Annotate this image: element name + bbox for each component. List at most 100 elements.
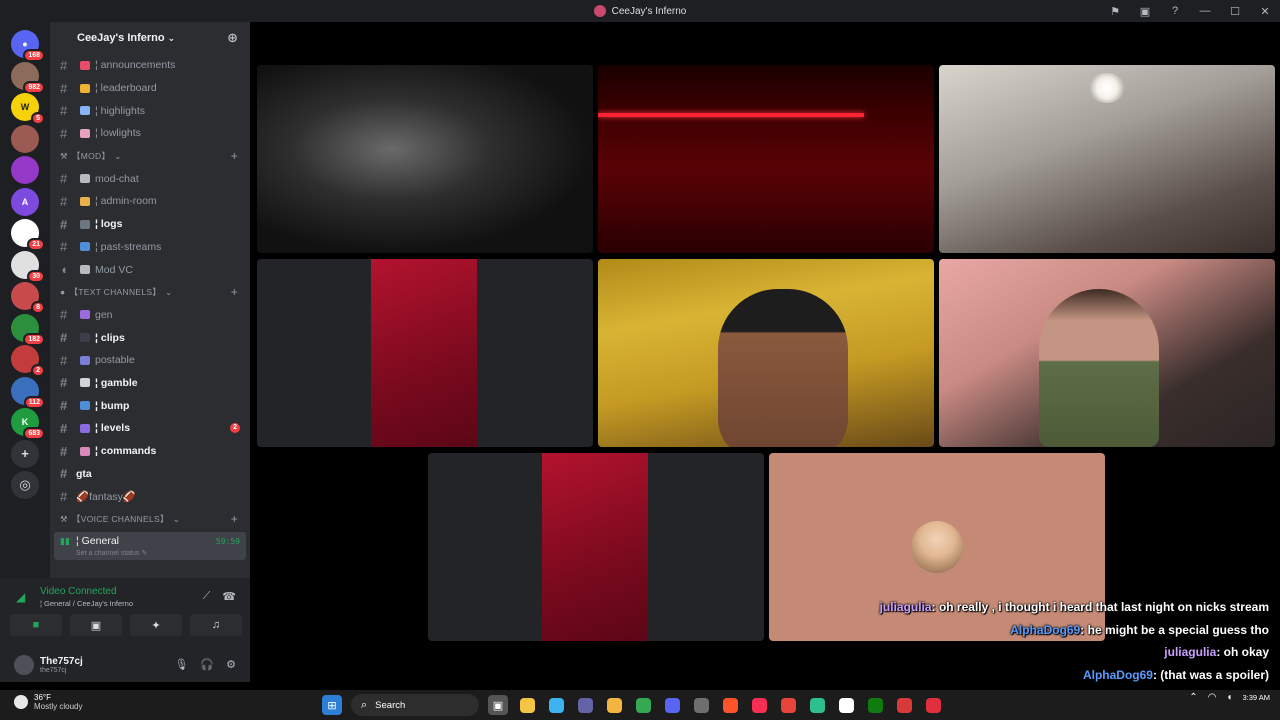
channel-gta[interactable]: # gta bbox=[50, 462, 250, 485]
category-mod[interactable]: ⚒ 【MOD】 ⌄ + bbox=[50, 145, 250, 168]
mention-badge: 2 bbox=[31, 364, 45, 377]
settings-gear-icon[interactable]: ⚙ bbox=[226, 658, 236, 671]
hash-icon: # bbox=[60, 125, 68, 141]
brave-icon[interactable] bbox=[720, 695, 740, 715]
screen-share-button[interactable]: ▣ bbox=[70, 614, 122, 636]
channel-levels[interactable]: # ¦ levels 2 bbox=[50, 417, 250, 440]
username[interactable]: The757cj bbox=[40, 656, 83, 667]
channel-clips[interactable]: # ¦ clips bbox=[50, 326, 250, 349]
chat-message: juliagulia: oh okay bbox=[669, 641, 1269, 664]
create-channel-icon[interactable]: + bbox=[231, 285, 238, 299]
channel-mod-vc[interactable]: ◖ Mod VC bbox=[50, 258, 250, 281]
channel-emoji-icon bbox=[80, 333, 90, 343]
discord-icon[interactable] bbox=[662, 695, 682, 715]
chevron-up-icon[interactable]: ⌃ bbox=[1189, 692, 1197, 703]
headphones-icon[interactable]: 🎧 bbox=[200, 658, 214, 671]
server-server-10[interactable]: 2 bbox=[11, 345, 45, 377]
file-explorer-icon[interactable] bbox=[517, 695, 537, 715]
server-server-1[interactable]: 982 bbox=[11, 61, 45, 94]
github-icon[interactable] bbox=[691, 695, 711, 715]
voice-channel-status[interactable]: Set a channel status ✎ bbox=[76, 549, 246, 557]
minimize-button[interactable]: — bbox=[1190, 5, 1220, 17]
channel-postable[interactable]: # postable bbox=[50, 349, 250, 372]
microphone-icon[interactable]: 🎙 bbox=[174, 658, 188, 671]
git-icon[interactable] bbox=[778, 695, 798, 715]
channel-emoji-icon bbox=[80, 60, 90, 70]
video-tile[interactable] bbox=[939, 259, 1275, 447]
server-discover[interactable]: ◎ bbox=[11, 471, 39, 499]
store-icon[interactable] bbox=[604, 695, 624, 715]
channel-announcements[interactable]: # ¦ announcements bbox=[50, 54, 250, 77]
channel-admin-room[interactable]: # ¦ admin-room bbox=[50, 190, 250, 213]
weather-widget[interactable]: 36°F Mostly cloudy bbox=[14, 693, 82, 711]
signal-icon[interactable]: ◢ bbox=[16, 590, 25, 604]
channel-gamble[interactable]: # ¦ gamble bbox=[50, 372, 250, 395]
category-text-channels[interactable]: ● 【TEXT CHANNELS】 ⌄ + bbox=[50, 281, 250, 304]
volume-icon[interactable]: ◖ bbox=[1226, 692, 1232, 703]
activities-button[interactable]: ✦ bbox=[130, 614, 182, 636]
channel-past-streams[interactable]: # ¦ past-streams bbox=[50, 236, 250, 259]
channel-commands[interactable]: # ¦ commands bbox=[50, 440, 250, 463]
channel-lowlights[interactable]: # ¦ lowlights bbox=[50, 122, 250, 145]
xbox-icon[interactable] bbox=[865, 695, 885, 715]
clock[interactable]: 3:39 AM bbox=[1242, 693, 1270, 702]
server-server-2[interactable]: W5 bbox=[11, 93, 45, 125]
channel-leaderboard[interactable]: # ¦ leaderboard bbox=[50, 77, 250, 100]
edge-icon[interactable] bbox=[807, 695, 827, 715]
wifi-icon[interactable]: ◠ bbox=[1208, 692, 1217, 703]
teams-icon[interactable] bbox=[575, 695, 595, 715]
channel-emoji-icon bbox=[80, 423, 90, 433]
voice-channel-general[interactable]: ▮▮ ¦ General Set a channel status ✎ 59:5… bbox=[54, 532, 246, 561]
category-voice-channels[interactable]: ⚒ 【VOICE CHANNELS】 ⌄ + bbox=[50, 508, 250, 531]
soundboard-button[interactable]: ♫ bbox=[190, 614, 242, 636]
guild-header[interactable]: CeeJay's Inferno ⌄ ⊕ bbox=[50, 22, 250, 54]
chrome-icon[interactable] bbox=[633, 695, 653, 715]
screen-icon[interactable]: ▣ bbox=[1130, 5, 1160, 18]
server-server-5[interactable]: A bbox=[11, 187, 39, 216]
server-server-3[interactable] bbox=[11, 124, 39, 153]
video-tile[interactable] bbox=[598, 65, 934, 253]
disconnect-icon[interactable]: ☎ bbox=[222, 590, 236, 603]
mention-badge: 982 bbox=[23, 80, 45, 94]
close-button[interactable]: ✕ bbox=[1250, 5, 1280, 18]
copilot-icon[interactable] bbox=[546, 695, 566, 715]
mail-icon[interactable] bbox=[836, 695, 856, 715]
inbox-icon[interactable]: ⚑ bbox=[1100, 5, 1130, 18]
camera-button[interactable]: ■ bbox=[10, 614, 62, 636]
server-server-7[interactable]: 30 bbox=[11, 250, 45, 283]
app-red-icon[interactable] bbox=[894, 695, 914, 715]
channel-fantasy[interactable]: # 🏈fantasy🏈 bbox=[50, 485, 250, 508]
maximize-button[interactable]: ☐ bbox=[1220, 5, 1250, 18]
server-icon bbox=[593, 5, 606, 17]
server-server-4[interactable] bbox=[11, 156, 39, 184]
help-icon[interactable]: ? bbox=[1160, 5, 1190, 17]
channel-bump[interactable]: # ¦ bump bbox=[50, 394, 250, 417]
server-direct-messages[interactable]: ● 168 bbox=[11, 30, 45, 62]
channel-gen[interactable]: # gen bbox=[50, 304, 250, 327]
windows-start-icon[interactable]: ⊞ bbox=[322, 695, 342, 715]
channel-logs[interactable]: # ¦ logs bbox=[50, 213, 250, 236]
itunes-icon[interactable] bbox=[749, 695, 769, 715]
video-tile[interactable] bbox=[257, 259, 593, 447]
server-server-9[interactable]: 182 bbox=[11, 313, 45, 346]
video-tile[interactable] bbox=[257, 65, 593, 253]
video-tile[interactable] bbox=[598, 259, 934, 447]
create-channel-icon[interactable]: + bbox=[231, 149, 238, 163]
server-server-11[interactable]: 112 bbox=[11, 376, 45, 409]
server-add-server[interactable]: + bbox=[11, 439, 39, 468]
channel-mod-chat[interactable]: # mod-chat bbox=[50, 167, 250, 190]
server-server-6[interactable]: 21 bbox=[11, 219, 45, 251]
add-member-icon[interactable]: ⊕ bbox=[227, 30, 238, 46]
task-view-icon[interactable]: ▣ bbox=[488, 695, 508, 715]
create-channel-icon[interactable]: + bbox=[231, 512, 238, 526]
taskbar-search[interactable]: ⌕ Search bbox=[351, 694, 479, 716]
obs-icon[interactable] bbox=[923, 695, 943, 715]
mention-badge: 112 bbox=[23, 395, 45, 409]
avatar[interactable] bbox=[14, 655, 34, 675]
video-tile[interactable] bbox=[939, 65, 1275, 253]
noise-suppression-icon[interactable]: ⟋ bbox=[203, 590, 211, 603]
voice-timer: 59:59 bbox=[215, 537, 240, 547]
channel-highlights[interactable]: # ¦ highlights bbox=[50, 99, 250, 122]
server-server-12[interactable]: K 683 bbox=[11, 408, 45, 440]
server-server-8[interactable]: 8 bbox=[11, 282, 45, 314]
